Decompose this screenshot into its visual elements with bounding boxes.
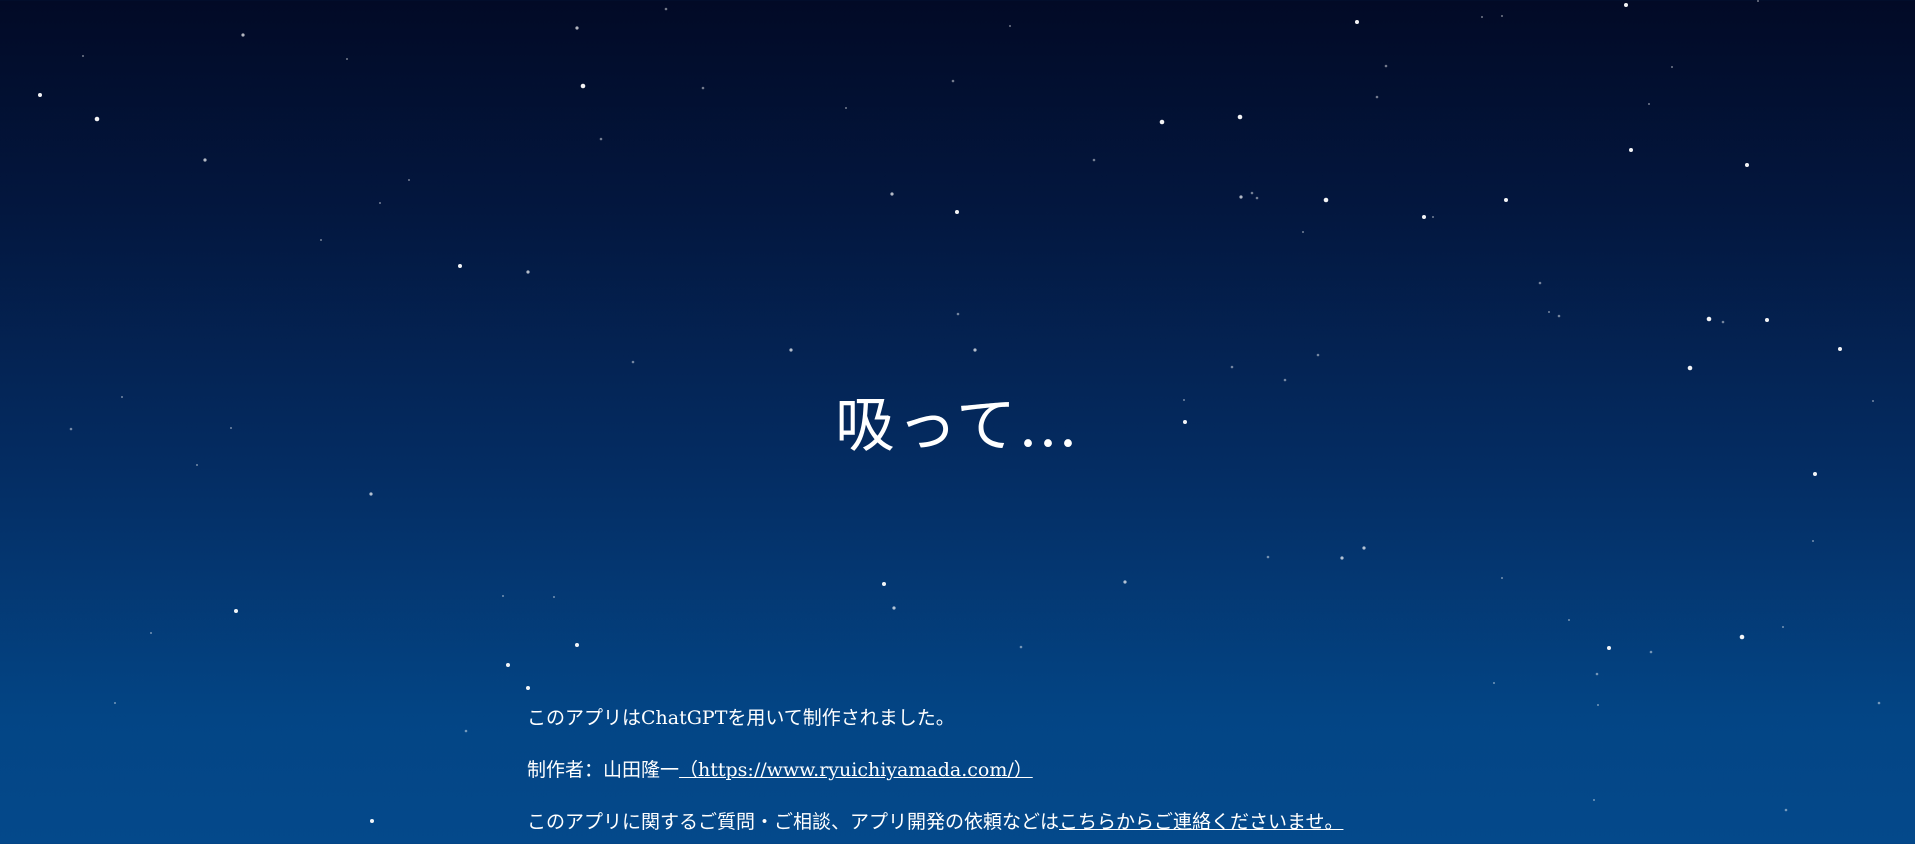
star	[150, 632, 152, 634]
author-website-link[interactable]: （https://www.ryuichiyamada.com/）	[679, 759, 1033, 781]
star	[1721, 320, 1725, 324]
star	[320, 239, 322, 241]
star	[1340, 556, 1344, 560]
star	[575, 643, 579, 647]
star	[1255, 196, 1259, 200]
star	[631, 360, 635, 364]
star	[1607, 646, 1611, 650]
star	[1230, 365, 1234, 369]
star	[882, 582, 886, 586]
contact-line: このアプリに関するご質問・ご相談、アプリ開発の依頼などはこちらからご連絡ください…	[527, 810, 1727, 834]
author-label: 制作者：山田隆一	[527, 759, 680, 781]
star	[346, 58, 348, 60]
star	[1745, 163, 1749, 167]
star	[1092, 158, 1096, 162]
star	[369, 492, 373, 496]
star	[1706, 316, 1712, 322]
star	[1595, 672, 1599, 676]
star	[580, 83, 586, 89]
star	[1739, 634, 1745, 640]
star	[1568, 619, 1570, 621]
credits-section: このアプリはChatGPTを用いて制作されました。 制作者：山田隆一（https…	[527, 706, 1727, 844]
star	[1237, 114, 1243, 120]
star	[94, 116, 100, 122]
star	[1624, 3, 1628, 7]
star	[1316, 353, 1320, 357]
star	[892, 606, 896, 610]
star	[526, 686, 530, 690]
star	[890, 192, 894, 196]
breath-prompt: 吸って…	[835, 391, 1080, 461]
star	[526, 270, 530, 274]
star	[1481, 16, 1483, 18]
star	[1375, 95, 1379, 99]
star	[1538, 281, 1542, 285]
star	[973, 348, 977, 352]
star	[664, 7, 668, 11]
star	[1384, 64, 1388, 68]
star	[1501, 577, 1503, 579]
star	[1557, 314, 1561, 318]
star	[956, 312, 960, 316]
star	[955, 210, 959, 214]
star	[1302, 231, 1304, 233]
star	[1493, 682, 1495, 684]
star	[1422, 215, 1426, 219]
star	[1009, 25, 1011, 27]
star	[1629, 148, 1633, 152]
star	[1019, 645, 1023, 649]
star	[1649, 650, 1653, 654]
star	[370, 819, 374, 823]
star	[458, 264, 462, 268]
star	[82, 55, 84, 57]
star	[1648, 103, 1650, 105]
star	[1782, 626, 1784, 628]
star	[1548, 311, 1550, 313]
star	[1812, 540, 1814, 542]
star	[1813, 472, 1817, 476]
star	[1765, 318, 1769, 322]
star	[1355, 20, 1359, 24]
star	[502, 595, 504, 597]
star	[1266, 555, 1270, 559]
star	[701, 86, 705, 90]
made-with-text: このアプリはChatGPTを用いて制作されました。	[527, 707, 955, 729]
star	[1239, 195, 1243, 199]
contact-prefix: このアプリに関するご質問・ご相談、アプリ開発の依頼などは	[527, 811, 1060, 833]
star	[1877, 701, 1881, 705]
star	[1432, 216, 1434, 218]
star	[1123, 580, 1127, 584]
star	[951, 79, 955, 83]
star	[379, 202, 381, 204]
star	[1159, 119, 1165, 125]
star	[203, 158, 207, 162]
star	[599, 137, 603, 141]
star	[1784, 808, 1788, 812]
star	[1362, 546, 1366, 550]
star	[575, 26, 579, 30]
author-line: 制作者：山田隆一（https://www.ryuichiyamada.com/）	[527, 758, 1727, 782]
star	[464, 729, 468, 733]
star	[114, 702, 116, 704]
star	[241, 33, 245, 37]
star	[789, 348, 793, 352]
contact-link[interactable]: こちらからご連絡くださいませ。	[1059, 811, 1343, 833]
star	[845, 107, 847, 109]
star	[1838, 347, 1842, 351]
star	[1283, 378, 1287, 382]
star	[1250, 191, 1254, 195]
star	[553, 596, 555, 598]
star	[1757, 0, 1759, 2]
star	[506, 663, 510, 667]
star	[1323, 197, 1329, 203]
star	[1671, 66, 1673, 68]
star	[38, 93, 42, 97]
star	[408, 179, 410, 181]
star	[1501, 15, 1503, 17]
star	[234, 609, 238, 613]
star	[1504, 198, 1508, 202]
star	[1687, 365, 1693, 371]
